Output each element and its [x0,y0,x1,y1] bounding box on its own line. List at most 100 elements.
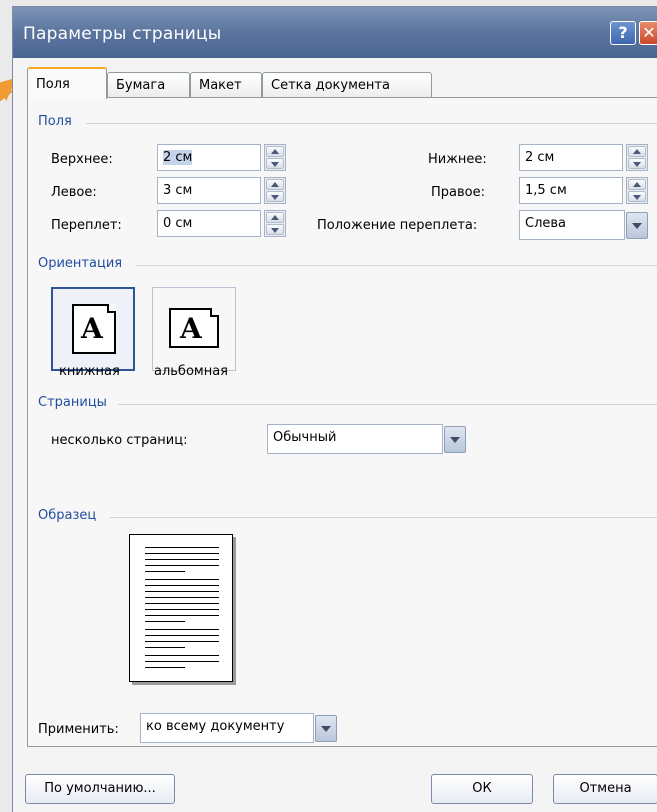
help-button[interactable]: ? [610,21,636,45]
tab-margins[interactable]: Поля [27,67,107,99]
gutter-position-select[interactable]: Слева [519,210,625,240]
preview-section-title: Образец [38,508,97,523]
gutter-field[interactable]: 0 см [157,210,261,237]
preview-line [145,655,219,656]
gutter-position-value: Слева [525,216,567,231]
landscape-button[interactable]: A [152,287,236,371]
preview-line [145,661,219,662]
landscape-glyph: A [180,312,202,345]
landscape-label[interactable]: альбомная [154,364,228,379]
bottom-margin-label: Нижнее: [428,152,487,167]
preview-section-divider [110,517,657,518]
tab-document-grid[interactable]: Сетка документа [262,72,432,98]
bottom-margin-spinner[interactable] [626,144,648,171]
right-margin-label: Правое: [431,185,485,200]
gutter-position-dropdown-icon[interactable] [626,212,648,239]
cancel-label: Отмена [579,781,632,796]
set-default-label: По умолчанию... [44,781,156,796]
left-margin-spinner[interactable] [264,177,286,204]
spin-up-icon[interactable] [628,179,646,190]
preview-line [145,571,185,572]
preview-line [145,585,219,586]
preview-line [145,565,219,566]
set-default-button[interactable]: По умолчанию... [25,774,175,804]
preview-line [145,559,219,560]
spin-down-icon[interactable] [266,158,284,169]
spin-up-icon[interactable] [628,146,646,157]
tab-document-grid-label: Сетка документа [271,78,390,93]
page-fold-icon [210,308,219,317]
multiple-pages-label: несколько страниц: [51,433,188,448]
pages-section-title: Страницы [38,395,107,410]
preview-line [145,621,185,622]
multiple-pages-dropdown-icon[interactable] [444,426,466,453]
gutter-value: 0 см [163,216,193,231]
portrait-page-icon: A [72,304,116,354]
close-button[interactable]: ✕ [639,21,657,45]
preview-line [145,667,185,668]
preview-line [145,579,219,580]
top-margin-value: 2 см [163,150,193,165]
orientation-section-divider [136,265,657,266]
spin-up-icon[interactable] [266,212,284,223]
portrait-label[interactable]: книжная [59,364,120,379]
right-margin-field[interactable]: 1,5 см [519,177,623,204]
right-margin-value: 1,5 см [525,183,567,198]
apply-to-value: ко всему документу [146,719,285,734]
bottom-margin-field[interactable]: 2 см [519,144,623,171]
left-margin-field[interactable]: 3 см [157,177,261,204]
preview-line [145,629,219,630]
gutter-spinner[interactable] [264,210,286,237]
spin-down-icon[interactable] [628,158,646,169]
preview-line [145,609,219,610]
apply-to-dropdown-icon[interactable] [315,715,337,742]
preview-line [145,641,219,642]
tab-layout[interactable]: Макет [190,72,262,98]
spin-up-icon[interactable] [266,146,284,157]
top-margin-spinner[interactable] [264,144,286,171]
pages-section-divider [118,404,657,405]
tab-panel-margins: Поля Верхнее: 2 см Левое: 3 см Переплет:… [27,97,657,747]
dialog-title: Параметры страницы [23,24,222,44]
spin-down-icon[interactable] [628,191,646,202]
ok-label: ОК [472,781,492,796]
right-margin-spinner[interactable] [626,177,648,204]
top-margin-field[interactable]: 2 см [157,144,261,171]
multiple-pages-select[interactable]: Обычный [267,424,443,454]
margins-section-title: Поля [38,114,72,129]
left-margin-value: 3 см [163,183,193,198]
apply-to-select[interactable]: ко всему документу [140,713,314,743]
tab-margins-label: Поля [36,77,70,92]
tab-layout-label: Макет [199,78,242,93]
help-icon: ? [618,23,628,42]
preview-line [145,635,219,636]
left-margin-label: Левое: [51,185,97,200]
preview-line [145,553,219,554]
cancel-button[interactable]: Отмена [553,774,657,804]
orientation-section-title: Ориентация [38,256,123,271]
preview-line [145,597,219,598]
close-icon: ✕ [642,23,656,42]
top-margin-label: Верхнее: [51,152,113,167]
spin-down-icon[interactable] [266,191,284,202]
preview-line [145,603,219,604]
page-fold-icon [107,304,116,313]
preview-line [145,547,219,548]
ok-button[interactable]: ОК [431,774,533,804]
title-bar[interactable]: Параметры страницы ? ✕ [13,7,657,58]
landscape-page-icon: A [169,308,219,348]
tab-paper[interactable]: Бумага [107,72,190,98]
spin-up-icon[interactable] [266,179,284,190]
portrait-button[interactable]: A [51,287,135,371]
margins-section-divider [86,123,657,124]
preview-line [145,647,185,648]
portrait-glyph: A [81,312,103,345]
multiple-pages-value: Обычный [273,430,337,445]
bottom-margin-value: 2 см [525,150,555,165]
page-preview [129,534,233,682]
spin-down-icon[interactable] [266,224,284,235]
preview-line [145,591,219,592]
gutter-label: Переплет: [51,218,122,233]
apply-to-label: Применить: [38,722,119,737]
tab-paper-label: Бумага [116,78,166,93]
